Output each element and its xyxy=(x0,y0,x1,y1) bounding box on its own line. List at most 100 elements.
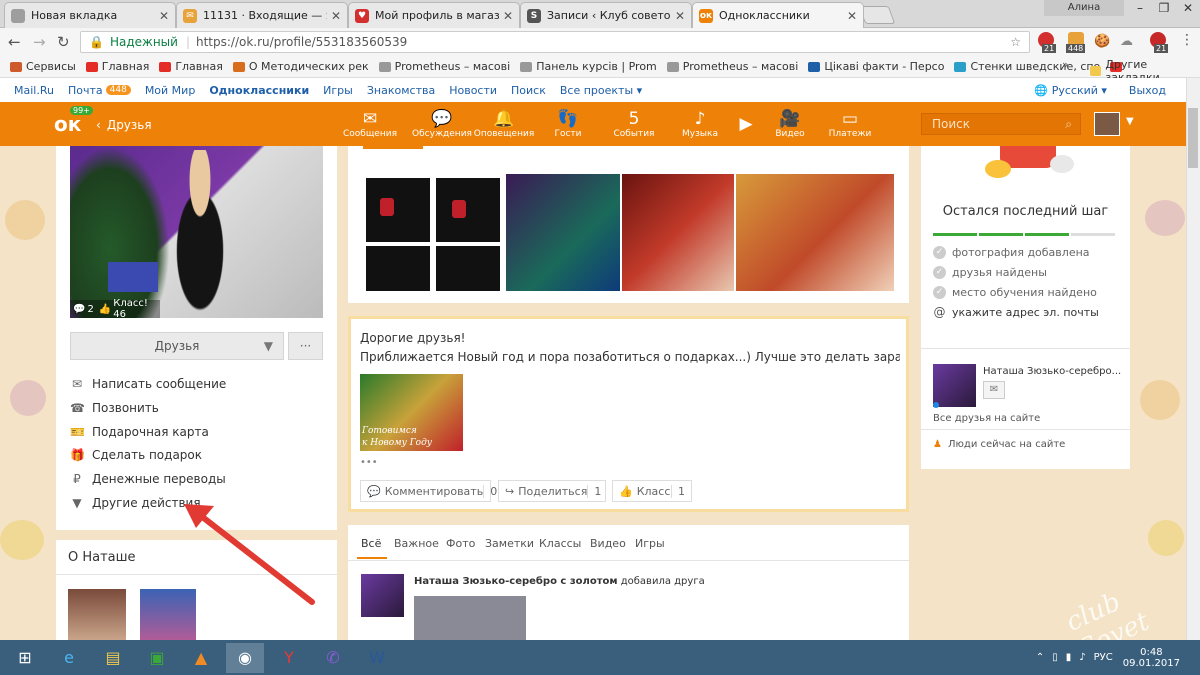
feed-item-image[interactable] xyxy=(414,596,526,640)
like-button[interactable]: 👍 Класс 1 xyxy=(612,480,692,502)
cookie-icon[interactable]: 🍪 xyxy=(1094,34,1110,49)
browser-user-badge[interactable]: Алина xyxy=(1044,0,1124,16)
friend-photo[interactable] xyxy=(68,589,126,640)
reload-icon[interactable]: ↻ xyxy=(57,33,70,51)
mail-link[interactable]: Почта 448 xyxy=(68,84,131,97)
ok-search-input[interactable]: Поиск ⌕ xyxy=(921,113,1081,135)
feed-tab[interactable]: Заметки xyxy=(485,537,534,550)
friend-name[interactable]: Наташа Зюзько-серебро... xyxy=(983,366,1123,377)
browser-tab[interactable]: ♥ Мой профиль в магази ✕ xyxy=(348,2,520,28)
feed-author-avatar[interactable] xyxy=(361,574,404,617)
games-link[interactable]: Игры xyxy=(323,84,353,97)
close-tab-icon[interactable]: ✕ xyxy=(159,9,169,23)
bookmark-item[interactable]: Цікаві факти - Персо xyxy=(808,60,944,73)
exit-link[interactable]: Выход xyxy=(1129,84,1166,97)
photo-thumb[interactable] xyxy=(436,178,500,242)
scrollbar-thumb[interactable] xyxy=(1188,108,1198,168)
onboarding-step[interactable]: @ укажите адрес эл. почты xyxy=(933,304,1099,320)
volume-icon[interactable]: ♪ xyxy=(1079,652,1085,663)
bookmark-item[interactable]: Prometheus – масові xyxy=(378,60,510,73)
my-world-link[interactable]: Мой Мир xyxy=(145,84,196,97)
profile-action[interactable]: 🎁 Сделать подарок xyxy=(70,446,202,464)
photo-thumb[interactable] xyxy=(622,174,734,291)
windows-start-icon[interactable]: ⊞ xyxy=(6,643,44,673)
feed-tab[interactable]: Классы xyxy=(539,537,581,550)
profile-action[interactable]: ₽ Денежные переводы xyxy=(70,470,226,488)
chrome-icon[interactable]: ◉ xyxy=(226,642,264,673)
feed-tab[interactable]: Всё xyxy=(361,537,381,550)
all-projects-link[interactable]: Все проекты ▾ xyxy=(560,84,642,97)
profile-action[interactable]: 🎫 Подарочная карта xyxy=(70,423,209,441)
all-friends-link[interactable]: Все друзья на сайте xyxy=(933,413,1040,424)
feed-tab[interactable]: Видео xyxy=(590,537,626,550)
address-input[interactable]: 🔒 Надежный | https://ok.ru/profile/55318… xyxy=(80,31,1030,53)
vlc-icon[interactable]: ▲ xyxy=(182,643,220,673)
bookmark-star-icon[interactable]: ☆ xyxy=(1010,35,1021,49)
cast-icon[interactable]: ☁ xyxy=(1120,34,1133,49)
browser-tab[interactable]: ✉ 11131 · Входящие — Ян ✕ xyxy=(176,2,348,28)
profile-action[interactable]: ✉ Написать сообщение xyxy=(70,375,226,393)
word-icon[interactable]: W xyxy=(358,643,396,673)
minimize-icon[interactable]: – xyxy=(1128,0,1152,16)
browser-tab[interactable]: ок Одноклассники ✕ xyxy=(692,2,864,28)
more-button[interactable]: ··· xyxy=(288,332,323,360)
comment-button[interactable]: 💬 Комментировать 0 xyxy=(360,480,497,502)
bookmark-item[interactable]: Главная xyxy=(85,60,149,73)
file-explorer-icon[interactable]: ▤ xyxy=(94,643,132,673)
feed-item-author[interactable]: Наташа Зюзько-серебро с золотом xyxy=(414,576,618,587)
feed-tab[interactable]: Важное xyxy=(394,537,439,550)
language-select[interactable]: 🌐 Русский ▾ xyxy=(1034,84,1107,97)
avatar[interactable] xyxy=(1094,112,1120,136)
ok-nav-item[interactable]: 💬 Обсуждения xyxy=(412,102,472,146)
close-tab-icon[interactable]: ✕ xyxy=(331,9,341,23)
ok-nav-item[interactable]: 5 События xyxy=(604,102,664,146)
store-icon[interactable]: ▣ xyxy=(138,643,176,673)
battery-icon[interactable]: ▯ xyxy=(1052,652,1058,663)
bookmark-item[interactable]: Prometheus – масові xyxy=(666,60,798,73)
bookmark-item[interactable]: Главная xyxy=(159,60,223,73)
dating-link[interactable]: Знакомства xyxy=(367,84,435,97)
menu-icon[interactable]: ⋮ xyxy=(1180,32,1194,48)
new-tab-button[interactable] xyxy=(858,6,896,24)
ok-nav-item[interactable]: ▭ Платежи xyxy=(820,102,880,146)
tray-lang[interactable]: РУС xyxy=(1094,652,1113,663)
ok-nav-item[interactable]: ✉ Сообщения xyxy=(340,102,400,146)
network-icon[interactable]: ▮ xyxy=(1066,652,1072,663)
browser-tab[interactable]: S Записи ‹ Клуб советов. ✕ xyxy=(520,2,692,28)
photo-thumb[interactable] xyxy=(436,246,500,291)
close-tab-icon[interactable]: ✕ xyxy=(675,9,685,23)
share-button[interactable]: ↪ Поделиться 1 xyxy=(498,480,606,502)
close-tab-icon[interactable]: ✕ xyxy=(503,9,513,23)
post-more-dots[interactable]: ••• xyxy=(360,457,378,468)
odnoklassniki-link[interactable]: Одноклассники xyxy=(209,84,309,97)
ok-nav-item[interactable]: 👣 Гости xyxy=(538,102,598,146)
viber-icon[interactable]: ✆ xyxy=(314,643,352,673)
back-arrow-icon[interactable]: ← xyxy=(8,33,21,51)
ok-nav-item[interactable]: 🔔 Оповещения xyxy=(474,102,534,146)
feed-tab[interactable]: Игры xyxy=(635,537,665,550)
photo-thumb[interactable] xyxy=(506,174,620,291)
photo-thumb[interactable] xyxy=(736,174,894,291)
bookmark-item[interactable]: О Методических рек xyxy=(232,60,369,73)
forward-arrow-icon[interactable]: → xyxy=(33,33,46,51)
friend-avatar[interactable] xyxy=(933,364,976,407)
tray-arrow-icon[interactable]: ⌃ xyxy=(1036,652,1044,663)
mailru-link[interactable]: Mail.Ru xyxy=(14,84,54,97)
photo-thumb[interactable] xyxy=(366,178,430,242)
bookmark-item[interactable]: Панель курсів | Prom xyxy=(520,60,657,73)
browser-tab[interactable]: Новая вкладка ✕ xyxy=(4,2,176,28)
internet-explorer-icon[interactable]: e xyxy=(50,643,88,673)
ok-nav-item[interactable]: 🎥 Видео xyxy=(760,102,820,146)
close-window-icon[interactable]: ✕ xyxy=(1176,0,1200,16)
chevron-down-icon[interactable]: ▼ xyxy=(1126,116,1134,127)
photo-stats[interactable]: 💬 2 👍 Класс! 46 xyxy=(70,298,160,320)
people-now-link[interactable]: ♟ Люди сейчас на сайте xyxy=(933,439,1065,450)
friends-button[interactable]: Друзья ▼ xyxy=(70,332,284,360)
news-link[interactable]: Новости xyxy=(449,84,497,97)
profile-action[interactable]: ☎ Позвонить xyxy=(70,399,159,417)
maximize-icon[interactable]: ❐ xyxy=(1152,0,1176,16)
bookmarks-more[interactable]: » xyxy=(1062,58,1069,71)
yandex-icon[interactable]: Y xyxy=(270,643,308,673)
bookmark-item[interactable]: Стенки шведские, спо xyxy=(954,60,1100,73)
close-tab-icon[interactable]: ✕ xyxy=(847,9,857,23)
